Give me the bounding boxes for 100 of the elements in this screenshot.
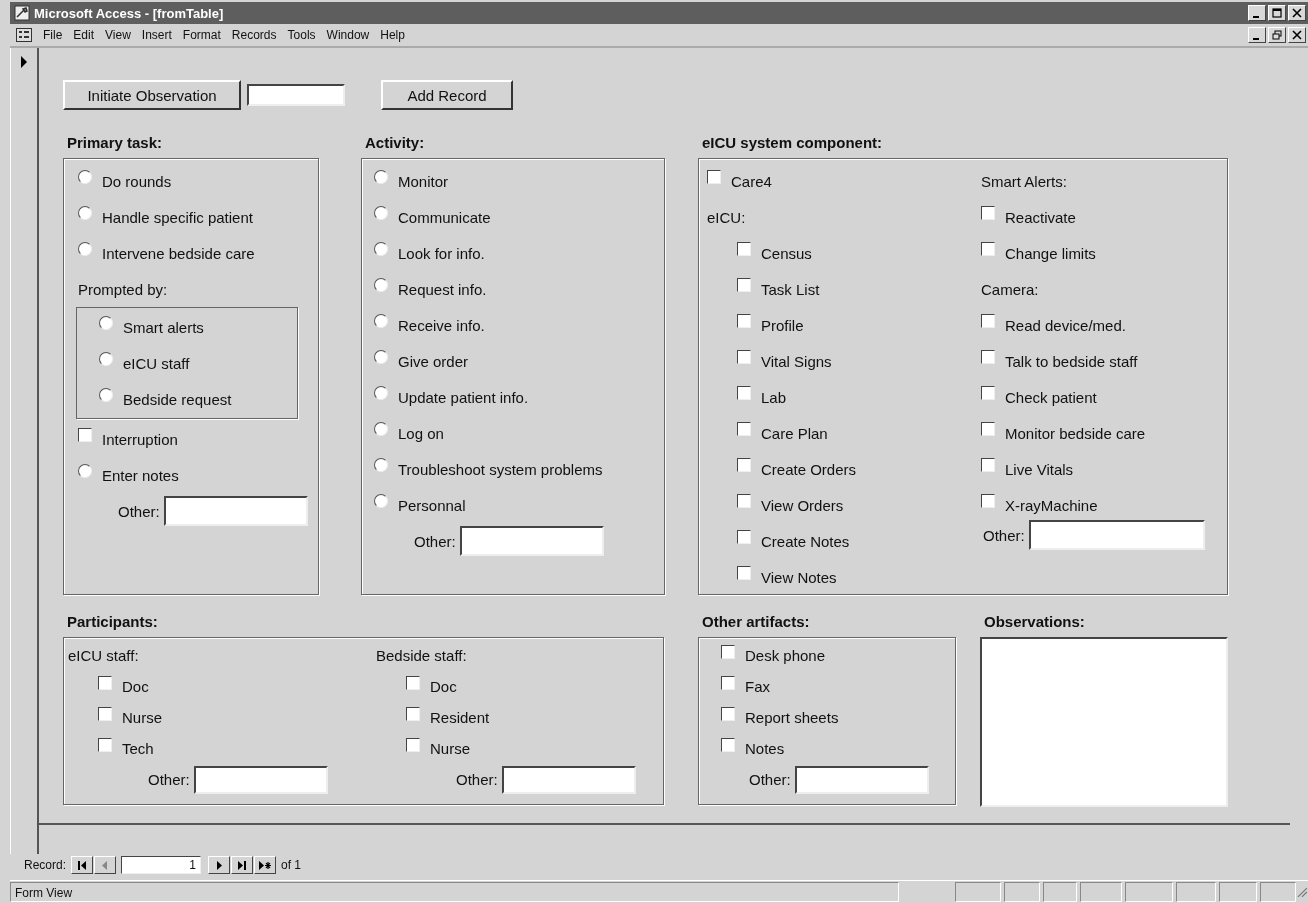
- close-button[interactable]: [1288, 27, 1306, 43]
- radio-button[interactable]: [374, 458, 388, 472]
- checkbox[interactable]: [981, 422, 995, 436]
- observations-field[interactable]: [980, 637, 1228, 807]
- radio-button[interactable]: [374, 350, 388, 364]
- radio-button[interactable]: [99, 352, 113, 366]
- checkbox[interactable]: [737, 350, 751, 364]
- radio-button[interactable]: [374, 386, 388, 400]
- other-field[interactable]: [794, 765, 929, 794]
- radio-button[interactable]: [78, 170, 92, 184]
- menu-item[interactable]: Window: [326, 28, 370, 42]
- other-field[interactable]: [193, 765, 328, 794]
- other-label: Other:: [456, 771, 498, 788]
- option-label: Log on: [398, 424, 444, 442]
- new-record-button[interactable]: [254, 856, 277, 874]
- radio-button[interactable]: [374, 170, 388, 184]
- radio-button[interactable]: [99, 316, 113, 330]
- radio-button[interactable]: [374, 314, 388, 328]
- checkbox[interactable]: [721, 644, 735, 659]
- option-label: Talk to bedside staff: [1005, 352, 1138, 370]
- add-record-button[interactable]: Add Record: [381, 80, 513, 110]
- minimize-button[interactable]: [1248, 27, 1266, 43]
- checkbox[interactable]: [737, 422, 751, 436]
- checkbox[interactable]: [737, 566, 751, 580]
- option-label: Notes: [745, 740, 785, 757]
- option-label: Report sheets: [745, 709, 839, 726]
- option-label: Update patient info.: [398, 388, 529, 406]
- other-field[interactable]: [163, 496, 308, 526]
- next-record-button[interactable]: [208, 856, 231, 874]
- radio-button[interactable]: [374, 206, 388, 220]
- checkbox[interactable]: [406, 737, 420, 752]
- checkbox[interactable]: [981, 494, 995, 508]
- radio-button[interactable]: [78, 242, 92, 256]
- checkbox[interactable]: [981, 350, 995, 364]
- checkbox[interactable]: [721, 737, 735, 752]
- checkbox[interactable]: [981, 386, 995, 400]
- checkbox[interactable]: [737, 458, 751, 472]
- checkbox[interactable]: [78, 428, 92, 442]
- radio-button[interactable]: [99, 388, 113, 402]
- restore-button[interactable]: [1268, 27, 1286, 43]
- record-number-field[interactable]: 1: [121, 856, 202, 874]
- section-title: Observations:: [983, 612, 1086, 632]
- menu-item[interactable]: Edit: [73, 28, 95, 42]
- checkbox[interactable]: [707, 170, 721, 184]
- radio-button[interactable]: [374, 242, 388, 256]
- group-label: Bedside staff:: [376, 647, 467, 664]
- menu-item[interactable]: Help: [380, 28, 405, 42]
- checkbox[interactable]: [737, 314, 751, 328]
- menu-item[interactable]: Tools: [287, 28, 316, 42]
- checkbox[interactable]: [737, 494, 751, 508]
- first-record-button[interactable]: [71, 856, 94, 874]
- menu-item[interactable]: Format: [182, 28, 221, 42]
- option-label: Monitor: [398, 172, 449, 190]
- other-field[interactable]: [1028, 520, 1205, 550]
- checkbox[interactable]: [721, 706, 735, 721]
- checkbox[interactable]: [406, 675, 420, 690]
- option-label: Smart alerts: [123, 318, 204, 336]
- option-label: Census: [761, 244, 812, 262]
- checkbox[interactable]: [737, 242, 751, 256]
- checkbox[interactable]: [98, 675, 112, 690]
- first-icon: [77, 860, 88, 870]
- checkbox[interactable]: [981, 206, 995, 220]
- other-field[interactable]: [459, 526, 604, 556]
- radio-button[interactable]: [374, 422, 388, 436]
- checkbox[interactable]: [737, 278, 751, 292]
- checkbox[interactable]: [98, 737, 112, 752]
- menu-item[interactable]: Insert: [141, 28, 172, 42]
- menu-item[interactable]: Records: [231, 28, 277, 42]
- minimize-button[interactable]: [1248, 5, 1266, 21]
- observation-field[interactable]: [247, 84, 345, 106]
- menu-item[interactable]: File: [43, 28, 63, 42]
- checkbox[interactable]: [981, 458, 995, 472]
- current-record-icon: [20, 56, 28, 68]
- other-field[interactable]: [501, 765, 636, 794]
- menu-item[interactable]: View: [105, 28, 131, 42]
- radio-button[interactable]: [374, 278, 388, 292]
- option-label: Receive info.: [398, 316, 485, 334]
- checkbox[interactable]: [737, 530, 751, 544]
- checkbox[interactable]: [721, 675, 735, 690]
- radio-button[interactable]: [78, 464, 92, 478]
- option-label: Communicate: [398, 208, 491, 226]
- form-icon[interactable]: [16, 28, 32, 42]
- option-label: Handle specific patient: [102, 208, 253, 226]
- group-label: eICU staff:: [68, 647, 139, 664]
- last-record-button[interactable]: [231, 856, 254, 874]
- resize-grip-icon[interactable]: [1296, 886, 1308, 898]
- checkbox[interactable]: [981, 314, 995, 328]
- radio-button[interactable]: [78, 206, 92, 220]
- close-button[interactable]: [1288, 5, 1306, 21]
- radio-button[interactable]: [374, 494, 388, 508]
- checkbox[interactable]: [981, 242, 995, 256]
- maximize-button[interactable]: [1268, 5, 1286, 21]
- record-selector[interactable]: [10, 48, 39, 854]
- option-label: Create Orders: [761, 460, 857, 478]
- option-label: Enter notes: [102, 466, 179, 484]
- checkbox[interactable]: [406, 706, 420, 721]
- previous-record-button[interactable]: [94, 856, 117, 874]
- checkbox[interactable]: [737, 386, 751, 400]
- initiate-observation-button[interactable]: Initiate Observation: [63, 80, 241, 110]
- checkbox[interactable]: [98, 706, 112, 721]
